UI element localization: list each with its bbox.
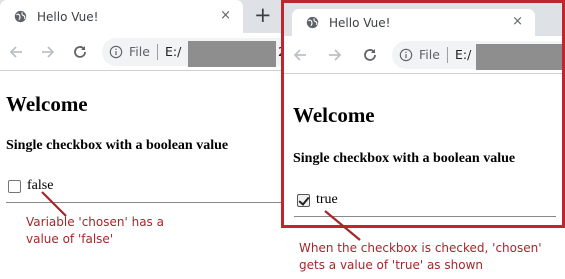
- divider: [6, 202, 283, 203]
- checkbox-row: false: [8, 178, 53, 194]
- forward-arrow-icon[interactable]: [38, 42, 58, 62]
- tab-title: Hello Vue!: [329, 15, 391, 30]
- file-scheme-label: File: [129, 44, 150, 59]
- browser-toolbar: File E:/ 2: [0, 33, 283, 71]
- right-annotation: When the checkbox is checked, 'chosen' g…: [299, 240, 542, 274]
- left-annotation-line-1: Variable 'chosen' has a: [26, 215, 164, 229]
- page-subheading: Single checkbox with a boolean value: [293, 151, 516, 166]
- tab-strip: Hello Vue! × +: [0, 0, 283, 33]
- tab-strip: Hello Vue! ×: [284, 3, 562, 36]
- close-tab-icon[interactable]: ×: [220, 9, 231, 22]
- info-icon[interactable]: [399, 48, 413, 62]
- omnibox-divider: [447, 47, 448, 63]
- forward-arrow-icon[interactable]: [325, 45, 345, 65]
- page-heading: Welcome: [293, 103, 375, 127]
- reload-icon[interactable]: [70, 42, 90, 62]
- page-subheading: Single checkbox with a boolean value: [6, 138, 229, 153]
- checkbox-row: true: [297, 192, 338, 208]
- reload-icon[interactable]: [360, 45, 380, 65]
- back-arrow-icon[interactable]: [6, 42, 26, 62]
- browser-window-checked: Hello Vue! × File E:/ Welcome Single che…: [281, 0, 565, 228]
- address-bar[interactable]: File E:/: [392, 41, 562, 70]
- url-text: E:/: [165, 44, 182, 59]
- globe-icon: [306, 16, 319, 29]
- right-annotation-line-1: When the checkbox is checked, 'chosen': [299, 241, 542, 255]
- checkbox-value-label: true: [316, 192, 338, 207]
- omnibox-divider: [157, 44, 158, 60]
- divider: [294, 216, 556, 217]
- globe-icon: [14, 10, 27, 23]
- left-annotation-line-2: value of 'false': [26, 232, 114, 246]
- address-bar[interactable]: File E:/ 2: [102, 38, 283, 67]
- file-scheme-label: File: [419, 47, 440, 62]
- browser-toolbar: File E:/: [284, 36, 562, 74]
- info-icon[interactable]: [109, 45, 123, 59]
- new-tab-button[interactable]: +: [254, 5, 272, 26]
- chosen-checkbox[interactable]: [297, 193, 310, 207]
- redacted-path: [188, 41, 276, 67]
- close-tab-icon[interactable]: ×: [512, 15, 523, 28]
- page-heading: Welcome: [6, 92, 88, 116]
- left-annotation: Variable 'chosen' has a value of 'false': [26, 214, 164, 248]
- redacted-path: [476, 44, 562, 70]
- browser-tab[interactable]: Hello Vue! ×: [0, 0, 243, 33]
- browser-tab[interactable]: Hello Vue! ×: [292, 9, 535, 36]
- back-arrow-icon[interactable]: [290, 45, 310, 65]
- right-annotation-line-2: gets a value of 'true' as shown: [299, 258, 483, 272]
- url-text: E:/: [455, 47, 472, 62]
- tab-title: Hello Vue!: [37, 9, 99, 24]
- page-content: Welcome Single checkbox with a boolean v…: [284, 75, 562, 225]
- checkbox-value-label: false: [27, 178, 54, 193]
- chosen-checkbox[interactable]: [8, 179, 21, 193]
